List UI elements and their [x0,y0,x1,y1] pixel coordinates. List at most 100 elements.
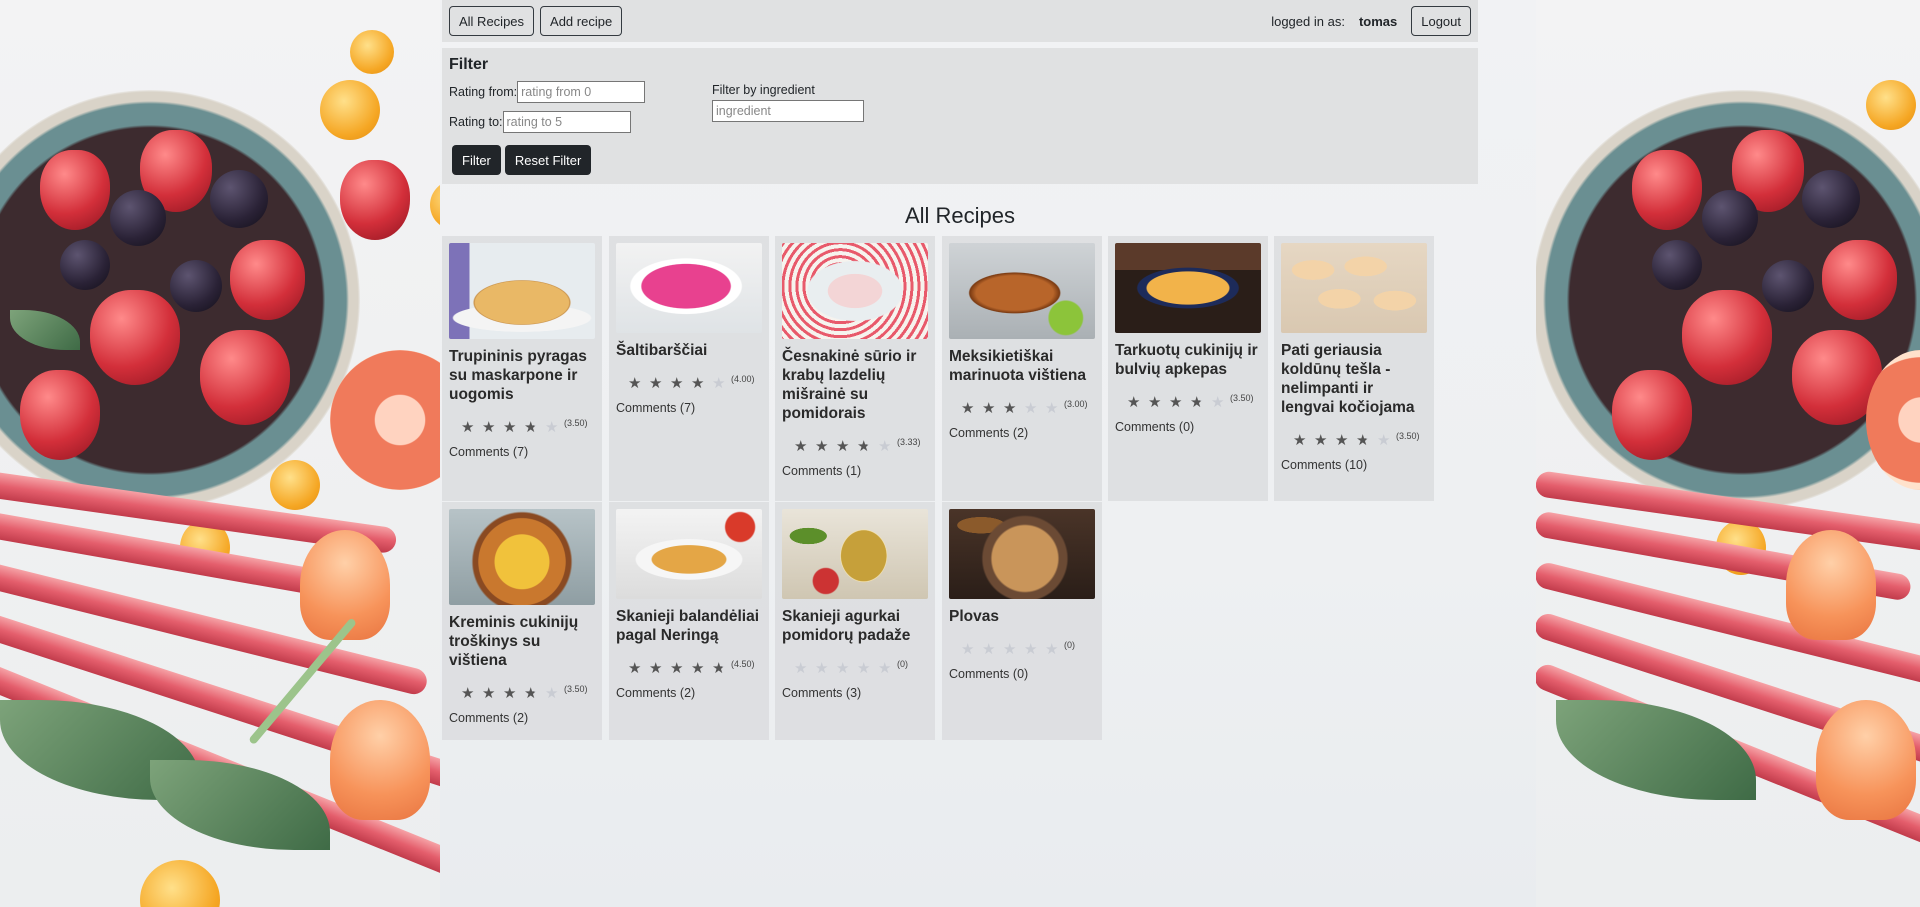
recipe-title[interactable]: Pati geriausia koldūnų tešla - nelimpant… [1281,341,1427,417]
add-recipe-button[interactable]: Add recipe [540,6,623,36]
star-icon: ★ [836,438,850,455]
star-icon: ★ [649,660,663,677]
recipe-title[interactable]: Meksikietiškai marinuota vištiena [949,347,1095,385]
all-recipes-button[interactable]: All Recipes [449,6,535,36]
star-icon: ★ [857,660,871,677]
recipe-title[interactable]: Tarkuotų cukinijų ir bulvių apkepas [1115,341,1261,379]
star-icon: ★ [878,438,892,455]
star-icon: ★ [503,419,517,436]
star-icon: ★ [691,375,705,392]
star-icon: ★ [1045,400,1059,417]
recipe-image-salad[interactable] [782,243,928,339]
recipe-image-cabbage-rolls[interactable] [616,509,762,599]
comments-link[interactable]: Comments (3) [782,686,928,700]
recipe-card[interactable]: Plovas ★ ★ ★ ★ ★ (0) Comments (0) [942,502,1102,740]
recipe-card[interactable]: Kreminis cukinijų troškinys su vištiena ★… [442,502,602,740]
rating-to-input[interactable] [502,111,631,133]
recipe-image-pickles[interactable] [782,509,928,599]
star-icon: ★ [982,641,996,658]
star-icon: ★ [982,400,996,417]
recipe-image-dumplings[interactable] [1281,243,1427,333]
star-icon: ★ [628,660,642,677]
star-icon: ★ [1127,394,1141,411]
star-rating: ★ ★ ★ ★ ★ (3.50) [449,418,595,440]
comments-link[interactable]: Comments (1) [782,464,928,478]
comments-link[interactable]: Comments (0) [1115,420,1261,434]
star-icon: ★ [482,419,496,436]
rating-to-row: Rating to: [449,111,1471,133]
star-icon: ★ [712,659,733,679]
recipe-card[interactable]: Česnakinė sūrio ir krabų lazdelių mišrai… [775,236,935,501]
recipe-title[interactable]: Skanieji balandėliai pagal Neringą [616,607,762,645]
rating-from-input[interactable] [517,81,646,103]
star-icon: ★ [857,437,878,457]
comments-link[interactable]: Comments (2) [949,426,1095,440]
recipe-title[interactable]: Skanieji agurkai pomidorų padaže [782,607,928,645]
star-icon: ★ [1169,394,1183,411]
recipe-card[interactable]: Skanieji balandėliai pagal Neringą ★ ★ ★ ★ ★(… [609,502,769,740]
star-icon: ★ [1293,432,1307,449]
recipe-image-chicken[interactable] [949,243,1095,339]
star-rating: ★ ★ ★ ★ ★ (3.50) [1281,431,1427,453]
comments-link[interactable]: Comments (2) [449,711,595,725]
star-icon: ★ [1356,431,1377,451]
star-icon: ★ [524,418,545,438]
page-title: All Recipes [904,203,1016,228]
ingredient-filter: Filter by ingredient [712,83,864,122]
star-icon: ★ [524,684,545,704]
recipe-title[interactable]: Šaltibarščiai [616,341,762,360]
filter-title: Filter [449,56,489,73]
comments-link[interactable]: Comments (0) [949,667,1095,681]
ingredient-input[interactable] [712,100,864,122]
logout-button[interactable]: Logout [1411,6,1471,36]
comments-link[interactable]: Comments (10) [1281,458,1427,472]
filter-button[interactable]: Filter [452,145,501,175]
comments-link[interactable]: Comments (2) [616,686,762,700]
background-food-photo-left [0,0,440,907]
star-icon: ★ [1377,432,1391,449]
recipe-title[interactable]: Trupininis pyragas su maskarpone ir uogo… [449,347,595,404]
star-icon: ★ [670,660,684,677]
recipe-image-cake[interactable] [449,243,595,339]
comments-link[interactable]: Comments (7) [616,401,762,415]
star-icon: ★ [878,660,892,677]
recipe-card[interactable]: Skanieji agurkai pomidorų padaže ★ ★ ★ ★ ★ (0)… [775,502,935,740]
star-rating: ★ ★ ★ ★ ★ (4.00) [616,374,762,396]
star-icon: ★ [1024,641,1038,658]
star-icon: ★ [1211,394,1225,411]
star-icon: ★ [670,375,684,392]
star-rating: ★ ★ ★ ★ ★ (0) [949,640,1095,662]
recipe-card[interactable]: Tarkuotų cukinijų ir bulvių apkepas ★ ★ ★ ★ ★… [1108,236,1268,501]
recipe-card[interactable]: Trupininis pyragas su maskarpone ir uogo… [442,236,602,501]
recipe-card[interactable]: Pati geriausia koldūnų tešla - nelimpant… [1274,236,1434,501]
star-icon: ★ [482,685,496,702]
star-icon: ★ [815,438,829,455]
recipe-card[interactable]: Meksikietiškai marinuota vištiena ★ ★ ★ ★ ★ (3… [942,236,1102,501]
recipe-title[interactable]: Kreminis cukinijų troškinys su vištiena [449,613,595,670]
comments-link[interactable]: Comments (7) [449,445,595,459]
star-rating: ★ ★ ★ ★ ★ (3.00) [949,399,1095,421]
recipe-image-plov[interactable] [949,509,1095,599]
rating-value: (0) [897,659,908,669]
recipe-image-pink-soup[interactable] [616,243,762,333]
star-icon: ★ [461,419,475,436]
star-rating: ★ ★ ★ ★ ★ (3.33) [782,437,928,459]
star-icon: ★ [1190,393,1211,413]
recipe-card[interactable]: Šaltibarščiai ★ ★ ★ ★ ★ (4.00) Comments (7) [609,236,769,501]
recipe-image-stew[interactable] [449,509,595,605]
star-icon: ★ [545,685,559,702]
recipe-image-casserole[interactable] [1115,243,1261,333]
ingredient-label: Filter by ingredient [712,83,815,97]
filter-panel: Filter Rating from: Rating to: Filter by… [442,48,1478,184]
star-icon: ★ [1045,641,1059,658]
star-icon: ★ [712,375,726,392]
recipe-title[interactable]: Česnakinė sūrio ir krabų lazdelių mišrai… [782,347,928,423]
star-icon: ★ [503,685,517,702]
star-icon: ★ [961,400,975,417]
rating-value: (4.00) [731,374,755,384]
reset-filter-button[interactable]: Reset Filter [504,145,592,175]
star-icon: ★ [794,438,808,455]
recipe-title[interactable]: Plovas [949,607,1095,626]
star-icon: ★ [649,375,663,392]
star-rating: ★ ★ ★ ★ ★ (4.50) [616,659,762,681]
